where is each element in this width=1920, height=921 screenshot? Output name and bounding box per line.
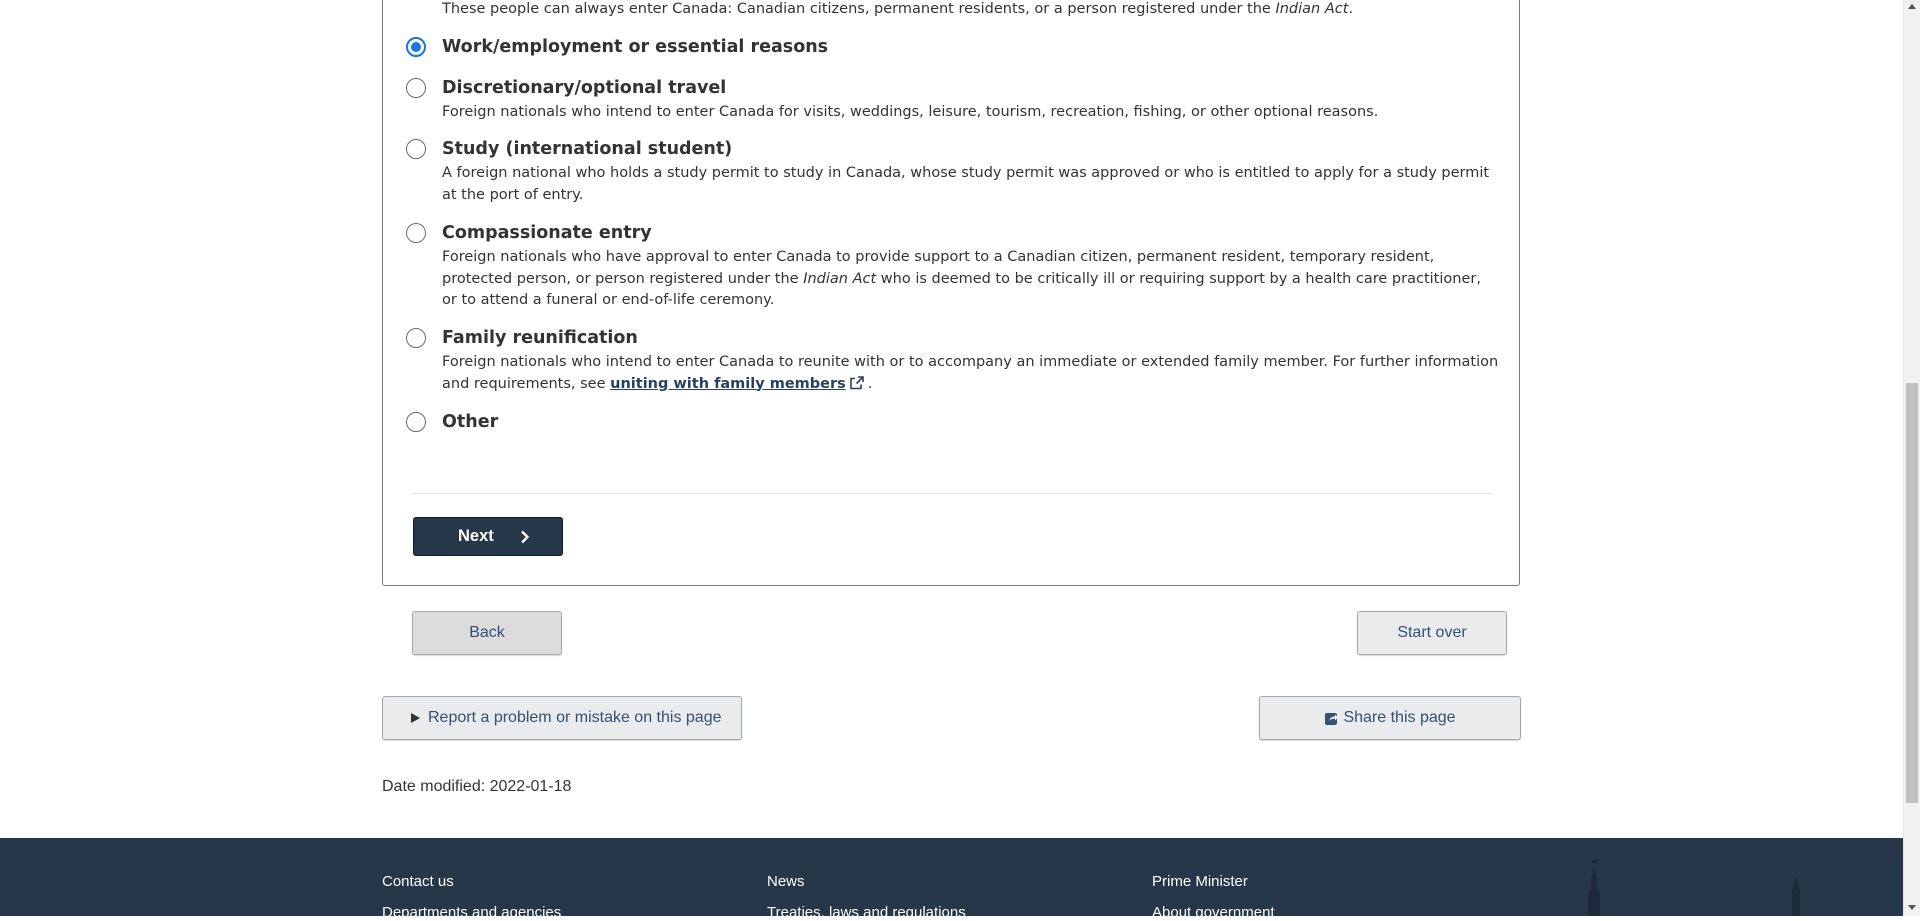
radio-discretionary[interactable]: [406, 78, 426, 98]
footer-link-treaties[interactable]: Treaties, laws and regulations: [767, 904, 966, 921]
scroll-down-arrow-icon[interactable]: [1908, 905, 1916, 910]
option-description: Foreign nationals who have approval to e…: [442, 247, 1500, 312]
intro-text-start: These people can always enter Canada: Ca…: [442, 1, 1276, 17]
report-label[interactable]: Report a problem or mistake on this page: [428, 709, 721, 727]
external-link-icon: [849, 375, 864, 389]
option-description: A foreign national who holds a study per…: [442, 165, 1490, 203]
page: These people can always enter Canada: Ca…: [0, 0, 1903, 921]
option-label[interactable]: Study (international student): [442, 137, 732, 161]
intro-text-end: .: [1348, 1, 1354, 17]
option-label[interactable]: Other: [442, 410, 498, 434]
radio-work[interactable]: [406, 37, 426, 57]
back-button[interactable]: Back: [412, 611, 562, 655]
desc-text: .: [867, 375, 873, 392]
option-label[interactable]: Discretionary/optional travel: [442, 76, 726, 100]
desc-text: Foreign nationals who intend to enter Ca…: [442, 354, 1499, 392]
start-over-button[interactable]: Start over: [1357, 611, 1507, 655]
family-members-link[interactable]: uniting with family members: [610, 376, 864, 392]
site-footer: Contact us Departments and agencies News…: [0, 838, 1903, 921]
report-problem-button[interactable]: Report a problem or mistake on this page: [382, 696, 742, 740]
radio-study[interactable]: [406, 139, 426, 159]
footer-link-news[interactable]: News: [767, 873, 805, 890]
share-label[interactable]: Share this page: [1343, 709, 1455, 727]
radio-other[interactable]: [406, 412, 426, 432]
scrollbar-thumb[interactable]: [1906, 383, 1918, 803]
parliament-silhouette-icon: [1588, 860, 1800, 916]
caret-right-icon: [411, 713, 420, 723]
next-button[interactable]: Next: [413, 517, 563, 556]
option-label[interactable]: Compassionate entry: [442, 221, 652, 245]
intro-text: These people can always enter Canada: Ca…: [442, 0, 1353, 18]
option-label[interactable]: Family reunification: [442, 326, 638, 350]
footer-link-departments[interactable]: Departments and agencies: [382, 904, 561, 921]
footer-link-prime-minister[interactable]: Prime Minister: [1152, 873, 1248, 890]
footer-link-contact[interactable]: Contact us: [382, 873, 454, 890]
radio-compassionate[interactable]: [406, 223, 426, 243]
back-label[interactable]: Back: [469, 624, 505, 642]
footer-link-about-government[interactable]: About government: [1152, 904, 1275, 921]
share-page-button[interactable]: Share this page: [1259, 696, 1521, 740]
divider: [412, 493, 1492, 494]
option-description: Foreign nationals who intend to enter Ca…: [442, 104, 1379, 120]
start-over-label[interactable]: Start over: [1397, 624, 1466, 642]
intro-text-italic: Indian Act: [1275, 1, 1349, 17]
scroll-up-arrow-icon[interactable]: [1908, 4, 1916, 9]
option-description: Foreign nationals who intend to enter Ca…: [442, 352, 1500, 395]
share-icon: [1325, 712, 1339, 725]
date-modified: Date modified: 2022-01-18: [382, 778, 572, 795]
radio-family[interactable]: [406, 328, 426, 348]
link-text[interactable]: uniting with family members: [610, 376, 846, 392]
vertical-scrollbar[interactable]: [1903, 0, 1920, 916]
desc-italic: Indian Act: [803, 270, 877, 287]
chevron-right-icon: [520, 530, 529, 543]
next-label[interactable]: Next: [458, 527, 494, 546]
option-label[interactable]: Work/employment or essential reasons: [442, 35, 828, 59]
